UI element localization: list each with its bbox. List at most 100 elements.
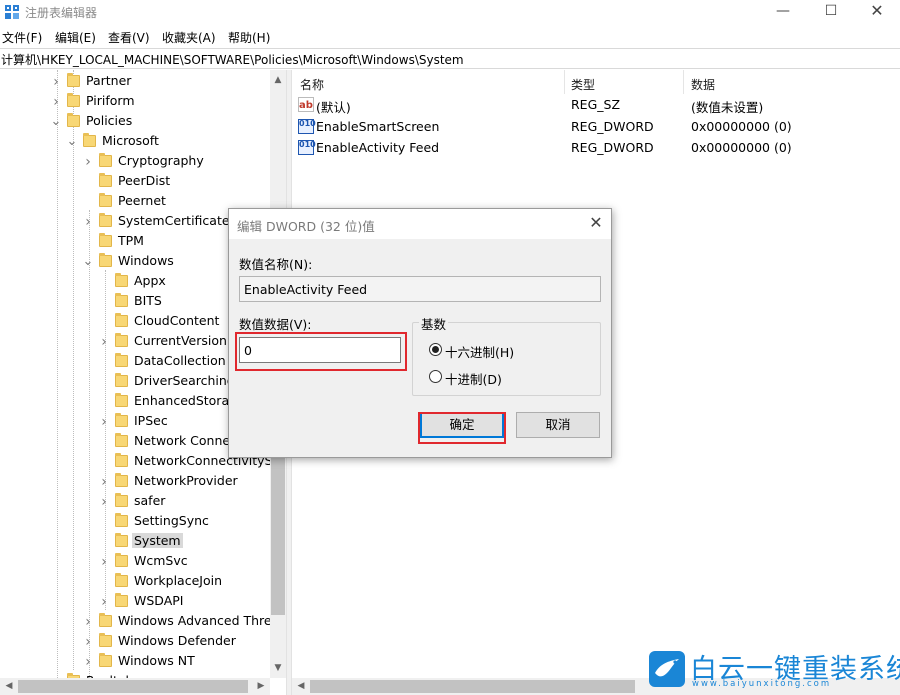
chevron-right-icon[interactable]: › bbox=[50, 75, 62, 89]
folder-icon bbox=[99, 233, 112, 247]
tree-item[interactable]: › Partner bbox=[0, 72, 286, 92]
tree-item[interactable]: › Piriform bbox=[0, 92, 286, 112]
tree-item-label: IPSec bbox=[134, 413, 168, 428]
tree-item-label: DataCollection bbox=[134, 353, 226, 368]
folder-icon bbox=[115, 373, 128, 387]
tree-item[interactable]: › Windows Defender bbox=[0, 632, 286, 652]
tree-item-label: NetworkProvider bbox=[134, 473, 238, 488]
list-row[interactable]: ab (默认) REG_SZ (数值未设置) bbox=[292, 95, 900, 116]
value-name: (默认) bbox=[316, 100, 351, 115]
column-header-name[interactable]: 名称 bbox=[300, 76, 324, 93]
column-header-type[interactable]: 类型 bbox=[571, 76, 595, 93]
tree-item[interactable]: › Cryptography bbox=[0, 152, 286, 172]
tree-hscroll-thumb[interactable] bbox=[18, 680, 248, 693]
decimal-radio[interactable] bbox=[429, 370, 442, 383]
chevron-down-icon[interactable]: ⌄ bbox=[82, 255, 94, 269]
tree-item[interactable]: WorkplaceJoin bbox=[0, 572, 286, 592]
scroll-down-icon[interactable]: ▼ bbox=[270, 660, 286, 676]
tree-item[interactable]: › WSDAPI bbox=[0, 592, 286, 612]
tree-item[interactable]: › Windows Advanced Threat Protection bbox=[0, 612, 286, 632]
value-type: REG_SZ bbox=[571, 97, 621, 112]
menu-view[interactable]: 查看(V) bbox=[108, 29, 150, 46]
cancel-button[interactable]: 取消 bbox=[516, 412, 600, 438]
folder-icon bbox=[115, 333, 128, 347]
folder-icon bbox=[115, 473, 128, 487]
value-data: 0x00000000 (0) bbox=[691, 119, 792, 134]
chevron-right-icon[interactable]: › bbox=[82, 635, 94, 649]
menu-help[interactable]: 帮助(H) bbox=[228, 29, 270, 46]
list-row[interactable]: 010 EnableActivity Feed REG_DWORD 0x0000… bbox=[292, 138, 900, 159]
folder-icon bbox=[67, 113, 80, 127]
close-button[interactable]: ✕ bbox=[854, 0, 900, 24]
menu-edit[interactable]: 编辑(E) bbox=[55, 29, 96, 46]
tree-item-label: Windows Advanced Threat Protection bbox=[118, 613, 286, 628]
folder-icon bbox=[99, 213, 112, 227]
address-bar[interactable]: 计算机\HKEY_LOCAL_MACHINE\SOFTWARE\Policies… bbox=[0, 48, 900, 69]
folder-icon bbox=[115, 593, 128, 607]
tree-item[interactable]: › safer bbox=[0, 492, 286, 512]
folder-icon bbox=[115, 533, 128, 547]
tree-item-label: Windows bbox=[118, 253, 174, 268]
scroll-left-icon[interactable]: ◀ bbox=[1, 678, 17, 694]
chevron-right-icon[interactable]: › bbox=[82, 615, 94, 629]
tree-item[interactable]: › NetworkProvider bbox=[0, 472, 286, 492]
chevron-right-icon[interactable]: › bbox=[98, 415, 110, 429]
tree-item[interactable]: › WcmSvc bbox=[0, 552, 286, 572]
edit-dword-dialog: 编辑 DWORD (32 位)值 ✕ 数值名称(N): EnableActivi… bbox=[228, 208, 612, 458]
folder-icon bbox=[115, 313, 128, 327]
scroll-left-icon[interactable]: ◀ bbox=[293, 678, 309, 694]
chevron-right-icon[interactable]: › bbox=[98, 595, 110, 609]
tree-item[interactable]: System bbox=[0, 532, 286, 552]
chevron-right-icon[interactable]: › bbox=[98, 475, 110, 489]
menu-bar: 文件(F) 编辑(E) 查看(V) 收藏夹(A) 帮助(H) bbox=[0, 26, 900, 46]
folder-icon bbox=[99, 613, 112, 627]
value-name: EnableSmartScreen bbox=[316, 119, 440, 134]
tree-horizontal-scrollbar[interactable]: ◀ ▶ bbox=[0, 678, 270, 695]
chevron-right-icon[interactable]: › bbox=[82, 215, 94, 229]
tree-item[interactable]: ⌄ Microsoft bbox=[0, 132, 286, 152]
minimize-button[interactable]: — bbox=[760, 0, 806, 24]
chevron-right-icon[interactable]: › bbox=[98, 495, 110, 509]
column-header-data[interactable]: 数据 bbox=[691, 76, 715, 93]
column-divider[interactable] bbox=[564, 70, 565, 94]
value-type: REG_DWORD bbox=[571, 119, 654, 134]
chevron-right-icon[interactable]: › bbox=[50, 95, 62, 109]
scroll-right-icon[interactable]: ▶ bbox=[253, 678, 269, 694]
tree-item[interactable]: › Windows NT bbox=[0, 652, 286, 672]
dialog-close-icon[interactable]: ✕ bbox=[585, 212, 607, 234]
tree-item-label: Windows Defender bbox=[118, 633, 236, 648]
tree-item-label: Windows NT bbox=[118, 653, 195, 668]
tree-item-label: Cryptography bbox=[118, 153, 204, 168]
chevron-right-icon[interactable]: › bbox=[82, 155, 94, 169]
highlight-box-ok bbox=[418, 412, 506, 444]
list-hscroll-thumb[interactable] bbox=[310, 680, 635, 693]
value-type: REG_DWORD bbox=[571, 140, 654, 155]
tree-item-label: WorkplaceJoin bbox=[134, 573, 223, 588]
column-divider[interactable] bbox=[683, 70, 684, 94]
tree-item-label: BITS bbox=[134, 293, 162, 308]
chevron-right-icon[interactable]: › bbox=[98, 335, 110, 349]
chevron-down-icon[interactable]: ⌄ bbox=[66, 135, 78, 149]
tree-item[interactable]: ⌄ Policies bbox=[0, 112, 286, 132]
tree-item[interactable]: PeerDist bbox=[0, 172, 286, 192]
folder-icon bbox=[115, 573, 128, 587]
tree-item[interactable]: SettingSync bbox=[0, 512, 286, 532]
decimal-radio-label[interactable]: 十进制(D) bbox=[445, 369, 502, 388]
scroll-up-icon[interactable]: ▲ bbox=[270, 72, 286, 88]
folder-icon bbox=[99, 653, 112, 667]
value-name: EnableActivity Feed bbox=[316, 140, 440, 155]
hex-radio-label[interactable]: 十六进制(H) bbox=[445, 342, 514, 361]
maximize-button[interactable]: ☐ bbox=[808, 0, 854, 24]
value-name-field[interactable]: EnableActivity Feed bbox=[239, 276, 601, 302]
list-row[interactable]: 010 EnableSmartScreen REG_DWORD 0x000000… bbox=[292, 117, 900, 138]
hex-radio[interactable] bbox=[429, 343, 442, 356]
chevron-down-icon[interactable]: ⌄ bbox=[50, 115, 62, 129]
menu-favorites[interactable]: 收藏夹(A) bbox=[162, 29, 216, 46]
dialog-title-bar[interactable]: 编辑 DWORD (32 位)值 ✕ bbox=[229, 209, 611, 239]
folder-icon bbox=[115, 393, 128, 407]
chevron-right-icon[interactable]: › bbox=[98, 555, 110, 569]
chevron-right-icon[interactable]: › bbox=[82, 655, 94, 669]
tree-item-label: Partner bbox=[86, 73, 132, 88]
menu-file[interactable]: 文件(F) bbox=[2, 29, 42, 46]
folder-icon bbox=[115, 513, 128, 527]
